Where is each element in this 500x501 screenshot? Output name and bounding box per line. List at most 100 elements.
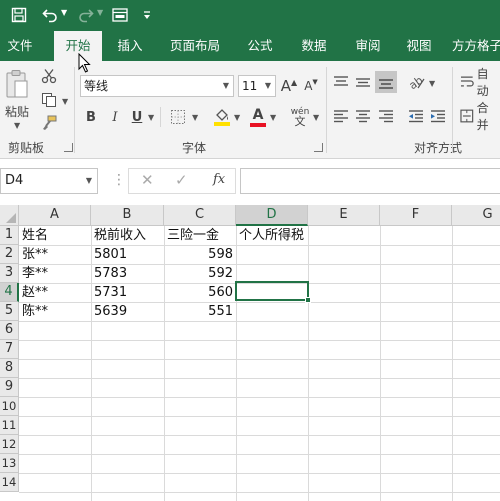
tab-fangfang[interactable]: 方方格子	[452, 30, 500, 61]
align-bottom-icon[interactable]	[375, 71, 397, 93]
align-center-icon[interactable]	[354, 107, 372, 125]
tab-file[interactable]: 文件	[0, 30, 40, 61]
redo-dropdown-icon[interactable]: ▼	[97, 8, 103, 17]
select-all-corner[interactable]	[0, 205, 19, 226]
save-icon[interactable]	[8, 4, 30, 26]
column-header-a[interactable]: A	[19, 205, 91, 226]
font-color-button[interactable]: A	[248, 105, 268, 129]
cell-b5[interactable]: 5639	[94, 302, 163, 321]
row-header[interactable]: 1	[0, 226, 19, 245]
copy-dropdown-icon[interactable]: ▼	[62, 97, 68, 106]
column-header-d[interactable]: D	[236, 205, 308, 226]
fill-handle[interactable]	[305, 297, 311, 303]
row-header[interactable]: 2	[0, 245, 19, 264]
font-size-select[interactable]: 11 ▼	[238, 75, 276, 97]
tab-review[interactable]: 审阅	[346, 30, 390, 61]
wrap-text-button[interactable]: 自动	[460, 67, 500, 98]
decrease-indent-icon[interactable]	[406, 107, 426, 125]
increase-indent-icon[interactable]	[428, 107, 448, 125]
bold-button[interactable]: B	[82, 107, 100, 127]
cut-icon[interactable]	[38, 67, 60, 85]
cell-d2[interactable]	[239, 245, 307, 264]
align-top-icon[interactable]	[332, 73, 350, 91]
row-header[interactable]: 9	[0, 378, 19, 397]
cell-a4[interactable]: 赵**	[22, 283, 90, 302]
row-header[interactable]: 8	[0, 359, 19, 378]
font-color-dropdown-icon[interactable]: ▼	[270, 113, 276, 122]
paste-dropdown-icon[interactable]: ▼	[14, 121, 20, 130]
undo-dropdown-icon[interactable]: ▼	[61, 8, 67, 17]
undo-icon[interactable]	[40, 4, 60, 26]
italic-button[interactable]: I	[106, 107, 124, 127]
cell-b4[interactable]: 5731	[94, 283, 163, 302]
column-header-f[interactable]: F	[380, 205, 452, 226]
formula-input[interactable]	[240, 168, 500, 194]
cell-a3[interactable]: 李**	[22, 264, 90, 283]
tab-view[interactable]: 视图	[397, 30, 441, 61]
phonetic-button[interactable]: wén 文	[288, 105, 312, 129]
row-header[interactable]: 13	[0, 454, 19, 473]
cell-c2[interactable]: 598	[164, 245, 236, 264]
cell-b3[interactable]: 5783	[94, 264, 163, 283]
tab-data[interactable]: 数据	[292, 30, 336, 61]
tab-page-layout[interactable]: 页面布局	[163, 30, 227, 61]
underline-button[interactable]: U	[128, 107, 146, 127]
underline-dropdown-icon[interactable]: ▼	[148, 113, 154, 122]
row-header[interactable]: 3	[0, 264, 19, 283]
tab-formulas[interactable]: 公式	[238, 30, 282, 61]
row-header[interactable]: 6	[0, 321, 19, 340]
redo-icon[interactable]	[76, 4, 96, 26]
decrease-font-size-button[interactable]: A ▼	[302, 75, 320, 97]
tab-insert[interactable]: 插入	[108, 30, 152, 61]
fill-color-button[interactable]	[212, 105, 232, 129]
format-painter-icon[interactable]	[38, 114, 60, 132]
font-name-select[interactable]: 等线 ▼	[80, 75, 234, 97]
row-header[interactable]: 7	[0, 340, 19, 359]
cell-b2[interactable]: 5801	[94, 245, 163, 264]
column-header-c[interactable]: C	[164, 205, 236, 226]
border-icon[interactable]	[168, 107, 188, 127]
formula-bar-grip[interactable]: ⋮	[112, 172, 126, 190]
cell-c3[interactable]: 592	[164, 264, 236, 283]
form-icon[interactable]	[110, 4, 130, 26]
row-header[interactable]: 5	[0, 302, 19, 321]
cell-a5[interactable]: 陈**	[22, 302, 90, 321]
cell-d1[interactable]: 个人所得税	[239, 226, 319, 245]
insert-function-icon[interactable]: fx	[213, 172, 225, 187]
column-header-e[interactable]: E	[308, 205, 380, 226]
cell-c5[interactable]: 551	[164, 302, 236, 321]
customize-icon[interactable]	[141, 4, 153, 26]
cancel-icon[interactable]: ✕	[141, 171, 154, 189]
align-right-icon[interactable]	[377, 107, 395, 125]
fill-color-dropdown-icon[interactable]: ▼	[234, 113, 240, 122]
enter-icon[interactable]: ✓	[175, 171, 188, 189]
cell-c1[interactable]: 三险一金	[167, 226, 235, 245]
paste-icon[interactable]	[4, 67, 30, 101]
align-middle-icon[interactable]	[354, 73, 372, 91]
cell-a2[interactable]: 张**	[22, 245, 90, 264]
copy-icon[interactable]	[38, 91, 60, 109]
orientation-icon[interactable]: ab	[406, 73, 428, 91]
column-header-g[interactable]: G	[452, 205, 500, 226]
phonetic-dropdown-icon[interactable]: ▼	[313, 113, 319, 122]
increase-font-size-button[interactable]: A ▲	[280, 75, 298, 97]
border-dropdown-icon[interactable]: ▼	[192, 113, 198, 122]
cell-b1[interactable]: 税前收入	[94, 226, 163, 245]
align-left-icon[interactable]	[332, 107, 350, 125]
font-launcher-icon[interactable]	[314, 143, 323, 152]
cell-d5[interactable]	[239, 302, 307, 321]
row-header[interactable]: 14	[0, 473, 19, 492]
paste-button-label[interactable]: 粘贴	[2, 103, 32, 119]
merge-center-button[interactable]: 合并	[460, 101, 500, 132]
row-header[interactable]: 12	[0, 435, 19, 454]
active-cell-selection[interactable]	[235, 281, 309, 301]
name-box[interactable]: D4 ▼	[0, 168, 98, 194]
row-header[interactable]: 11	[0, 416, 19, 435]
row-header-selected[interactable]: 4	[0, 283, 19, 302]
orientation-dropdown-icon[interactable]: ▼	[429, 79, 435, 88]
clipboard-launcher-icon[interactable]	[64, 143, 73, 152]
column-header-b[interactable]: B	[91, 205, 164, 226]
row-header[interactable]: 10	[0, 397, 19, 416]
cell-c4[interactable]: 560	[164, 283, 236, 302]
cell-a1[interactable]: 姓名	[22, 226, 90, 245]
